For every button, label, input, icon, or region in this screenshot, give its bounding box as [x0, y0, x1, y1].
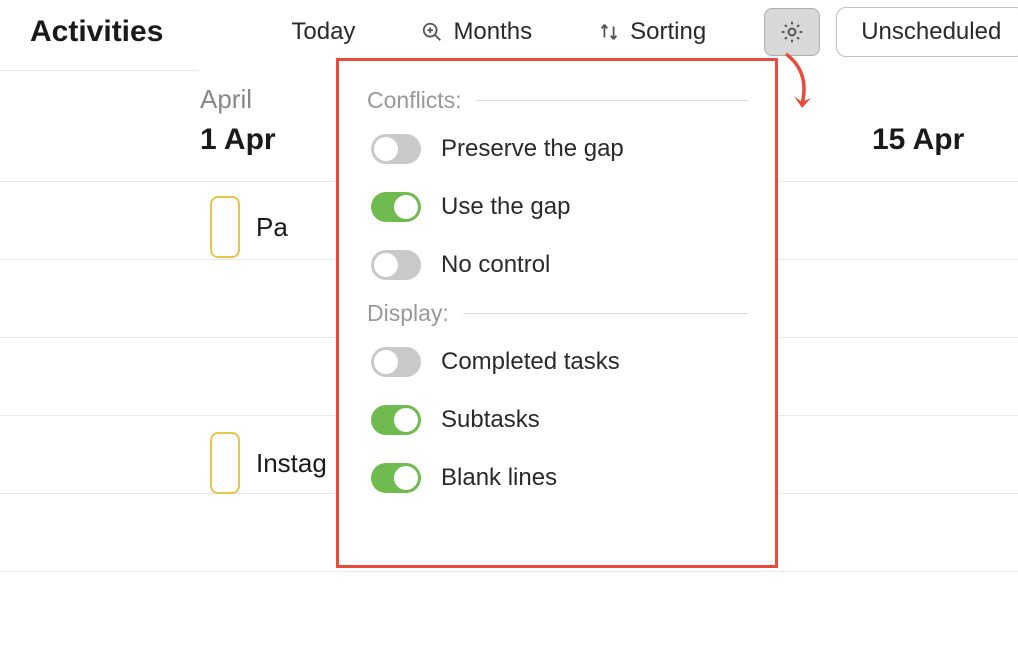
toggle-label: Use the gap: [441, 193, 570, 221]
task-item[interactable]: Instag: [210, 432, 340, 494]
toggle-blank-lines[interactable]: [371, 463, 421, 493]
task-item[interactable]: Pa: [210, 196, 292, 258]
toggle-use-gap[interactable]: [371, 192, 421, 222]
page-title: Activities: [30, 15, 163, 49]
months-button[interactable]: Months: [403, 10, 550, 54]
sorting-label: Sorting: [630, 18, 706, 46]
date-right: 15 Apr: [872, 123, 964, 157]
section-header-label: Display:: [367, 300, 449, 327]
section-header-label: Conflicts:: [367, 87, 462, 114]
date-left: 1 Apr: [200, 123, 276, 157]
toggle-row-no-control: No control: [339, 236, 775, 294]
toggle-row-completed-tasks: Completed tasks: [339, 333, 775, 391]
today-button[interactable]: Today: [273, 10, 373, 54]
divider: [476, 100, 749, 101]
toggle-subtasks[interactable]: [371, 405, 421, 435]
task-color-chip: [210, 196, 240, 258]
toggle-label: Preserve the gap: [441, 135, 624, 163]
today-label: Today: [291, 18, 355, 46]
toggle-label: Blank lines: [441, 464, 557, 492]
task-color-chip: [210, 432, 240, 494]
toggle-row-preserve-gap: Preserve the gap: [339, 120, 775, 178]
toggle-no-control[interactable]: [371, 250, 421, 280]
timeline-row: [0, 572, 1018, 650]
toggle-row-use-gap: Use the gap: [339, 178, 775, 236]
sorting-button[interactable]: Sorting: [580, 10, 724, 54]
divider: [463, 313, 749, 314]
toggle-label: Completed tasks: [441, 348, 620, 376]
task-label: Pa: [256, 212, 288, 243]
toggle-completed-tasks[interactable]: [371, 347, 421, 377]
header-divider: [0, 70, 198, 71]
toggle-label: Subtasks: [441, 406, 540, 434]
toggle-preserve-gap[interactable]: [371, 134, 421, 164]
toolbar: Activities Today Months Sorting: [0, 0, 1018, 64]
settings-button[interactable]: [764, 8, 820, 56]
toggle-label: No control: [441, 251, 550, 279]
sort-icon: [598, 21, 620, 43]
toggle-row-subtasks: Subtasks: [339, 391, 775, 449]
task-label: Instag: [256, 448, 327, 479]
section-header-display: Display:: [339, 294, 775, 333]
toggle-row-blank-lines: Blank lines: [339, 449, 775, 507]
gear-icon: [779, 19, 805, 45]
months-label: Months: [453, 18, 532, 46]
settings-dropdown: Conflicts: Preserve the gap Use the gap …: [336, 58, 778, 568]
section-header-conflicts: Conflicts:: [339, 81, 775, 120]
unscheduled-button[interactable]: Unscheduled: [836, 7, 1018, 57]
unscheduled-label: Unscheduled: [861, 18, 1001, 46]
zoom-in-icon: [421, 21, 443, 43]
